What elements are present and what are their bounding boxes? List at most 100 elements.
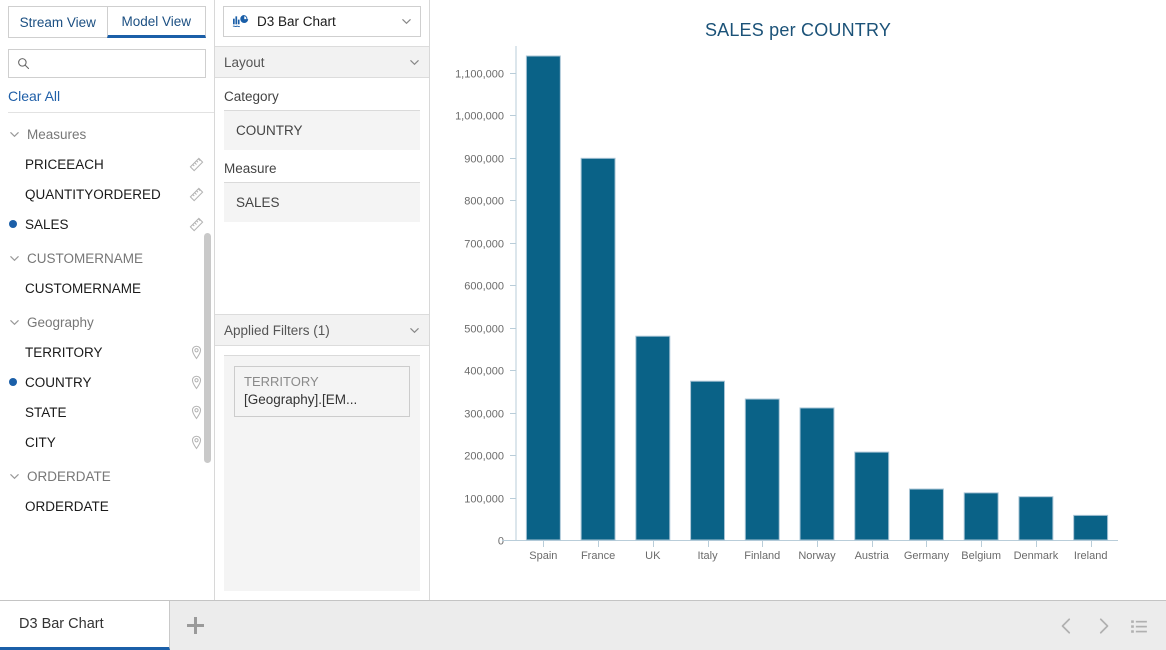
bar-finland[interactable] [744, 398, 780, 541]
ruler-icon [189, 187, 204, 201]
tree-group-header-orderdate[interactable]: ORDERDATE [0, 461, 214, 491]
filter-field-value: [Geography].[EM... [244, 392, 358, 407]
y-tick-group: 0 100,000 200,000 300,000 400,000 500,000 600,… [455, 69, 516, 548]
document-tab-d3-bar-chart[interactable]: D3 Bar Chart [0, 601, 170, 650]
tree-item-label: ORDERDATE [25, 498, 109, 514]
chevron-down-icon [10, 255, 19, 261]
bar-austria[interactable] [854, 451, 890, 541]
x-tick-label: Norway [798, 550, 836, 562]
bar-ireland[interactable] [1073, 514, 1109, 541]
location-pin-icon [191, 405, 202, 419]
application-window: Stream View Model View Clear All Measure… [0, 0, 1166, 650]
document-tab-label: D3 Bar Chart [19, 616, 104, 632]
clear-all-label: Clear All [8, 88, 61, 104]
x-tick-label: Finland [744, 550, 780, 562]
tree-item-priceeach[interactable]: PRICEEACH [0, 149, 214, 179]
bar-belgium[interactable] [963, 492, 999, 541]
measure-value: SALES [236, 195, 280, 210]
plus-icon [186, 617, 204, 634]
location-pin-icon [191, 345, 202, 359]
filter-chip-territory[interactable]: TERRITORY [Geography].[EM... [234, 366, 410, 417]
category-value: COUNTRY [236, 123, 303, 138]
chevron-down-icon [10, 473, 19, 479]
applied-filters-body: TERRITORY [Geography].[EM... [215, 346, 429, 600]
tree-item-customername[interactable]: CUSTOMERNAME [0, 273, 214, 303]
y-tick-label: 1,100,000 [455, 69, 504, 81]
tree-item-label: STATE [25, 404, 67, 420]
workspace: Stream View Model View Clear All Measure… [0, 0, 1166, 600]
bar-france[interactable] [580, 157, 616, 541]
document-tab-strip: D3 Bar Chart [0, 600, 1166, 650]
tree-item-label: COUNTRY [25, 374, 92, 390]
x-tick-label: Austria [855, 550, 890, 562]
tree-group-label: CUSTOMERNAME [27, 250, 144, 266]
x-tick-label: France [581, 550, 615, 562]
measure-drop-zone[interactable]: SALES [224, 182, 420, 222]
tree-item-state[interactable]: STATE [0, 397, 214, 427]
tree-group-header-customername[interactable]: CUSTOMERNAME [0, 243, 214, 273]
chart-type-value: D3 Bar Chart [257, 14, 336, 29]
search-input[interactable] [36, 56, 212, 71]
bar-germany[interactable] [908, 488, 944, 541]
field-tree-scrollbar[interactable] [204, 233, 211, 483]
bar-norway[interactable] [799, 407, 835, 541]
tab-model-view[interactable]: Model View [106, 6, 206, 38]
search-box[interactable] [8, 49, 212, 78]
category-drop-zone[interactable]: COUNTRY [224, 110, 420, 150]
bar-chart[interactable]: 0 100,000 200,000 300,000 400,000 500,000 600,… [430, 0, 1166, 600]
tree-item-sales[interactable]: SALES [0, 209, 214, 239]
tree-group-measures: Measures PRICEEACH QUANTITYORDERED SALES [0, 119, 214, 239]
x-tick-label: Denmark [1014, 550, 1059, 562]
tree-item-quantityordered[interactable]: QUANTITYORDERED [0, 179, 214, 209]
search-icon [18, 58, 30, 70]
tree-item-label: QUANTITYORDERED [25, 186, 161, 202]
tree-item-label: CITY [25, 434, 56, 450]
tree-item-label: SALES [25, 216, 69, 232]
tree-group-label: ORDERDATE [27, 468, 111, 484]
x-tick-label: Spain [529, 550, 557, 562]
tree-item-label: CUSTOMERNAME [25, 280, 142, 296]
tree-group-customername: CUSTOMERNAME CUSTOMERNAME [0, 243, 214, 303]
bar-uk[interactable] [635, 335, 671, 541]
tree-item-label: PRICEEACH [25, 156, 104, 172]
bar-spain[interactable] [525, 55, 561, 541]
bar-series[interactable] [525, 55, 1109, 541]
filters-drop-pane[interactable]: TERRITORY [Geography].[EM... [224, 355, 420, 591]
tree-item-country[interactable]: COUNTRY [0, 367, 214, 397]
y-tick-label: 0 [498, 536, 504, 548]
field-tree[interactable]: Measures PRICEEACH QUANTITYORDERED SALES… [0, 113, 214, 600]
add-tab-button[interactable] [170, 601, 220, 650]
x-tick-label: Ireland [1074, 550, 1108, 562]
tree-item-territory[interactable]: TERRITORY [0, 337, 214, 367]
ruler-icon [189, 217, 204, 231]
scrollbar-thumb[interactable] [204, 233, 211, 463]
tree-group-header-measures[interactable]: Measures [0, 119, 214, 149]
measure-label: Measure [224, 161, 277, 176]
y-tick-label: 300,000 [464, 409, 504, 421]
bar-denmark[interactable] [1018, 496, 1054, 541]
tree-item-label: TERRITORY [25, 344, 103, 360]
chart-type-select[interactable]: D3 Bar Chart [223, 6, 421, 37]
chevron-right-icon[interactable] [1094, 617, 1112, 635]
tree-item-city[interactable]: CITY [0, 427, 214, 457]
chart-config-panel: D3 Bar Chart Layout Category COUNTRY Mea… [215, 0, 430, 600]
x-tick-label: UK [645, 550, 661, 562]
layout-section-header[interactable]: Layout [215, 46, 429, 78]
tab-stream-view[interactable]: Stream View [8, 6, 107, 38]
layout-section-title: Layout [224, 54, 265, 70]
applied-filters-section-header[interactable]: Applied Filters (1) [215, 314, 429, 346]
tab-strip-spacer [220, 601, 1058, 650]
clear-all-link[interactable]: Clear All [0, 78, 214, 112]
search-container [0, 40, 214, 78]
selection-indicator [9, 378, 25, 386]
ruler-icon [189, 157, 204, 171]
tree-item-orderdate[interactable]: ORDERDATE [0, 491, 214, 521]
tree-group-header-geography[interactable]: Geography [0, 307, 214, 337]
y-tick-label: 800,000 [464, 196, 504, 208]
tree-group-geography: Geography TERRITORY COUNTRY STATE CITY [0, 307, 214, 457]
list-icon[interactable] [1130, 617, 1148, 635]
bar-italy[interactable] [690, 380, 726, 541]
chevron-left-icon[interactable] [1058, 617, 1076, 635]
applied-filters-title: Applied Filters (1) [224, 322, 330, 338]
layout-section-body: Category COUNTRY Measure SALES [215, 78, 429, 314]
